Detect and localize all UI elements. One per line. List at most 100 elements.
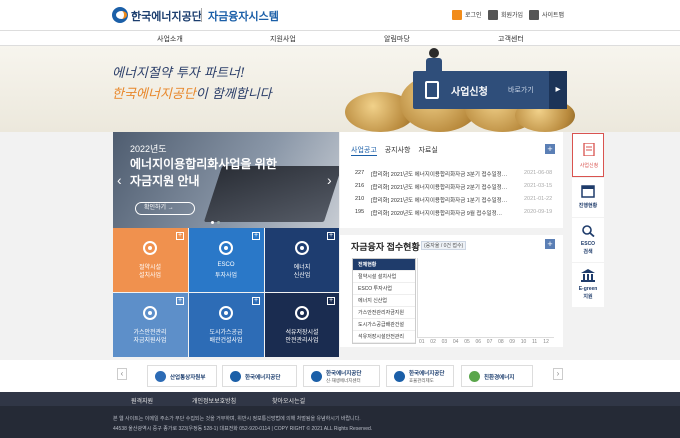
month-tick: 06: [475, 339, 482, 345]
quick-progress[interactable]: 진행현황: [572, 178, 604, 217]
footer-link-directions[interactable]: 찾아오시는길: [272, 396, 305, 405]
energy-agency-logo[interactable]: [112, 7, 128, 23]
notice-title: [합리화] 2020년도 에너지이용합리화자금 9월 접수일정…: [371, 211, 503, 217]
notice-date: 2020-09-19: [524, 209, 553, 215]
tile-label-line2: 안전관리사업: [285, 338, 319, 344]
header: 한국에너지공단 자금융자시스템 로그인 회원가입 사이트맵: [0, 0, 680, 30]
month-tick: 03: [441, 339, 448, 345]
month-tick: 09: [509, 339, 515, 345]
nav-notice[interactable]: 알림마당: [384, 34, 410, 44]
month-tick: 04: [452, 339, 459, 345]
partner-logo[interactable]: 친환경에너지: [461, 365, 533, 387]
plus-icon: +: [176, 297, 184, 305]
tab-resources[interactable]: 자료실: [418, 147, 437, 154]
notice-row[interactable]: 210 [합리화] 2021년도 에너지이용합리화자금 1분기 접수일정… 2021…: [355, 196, 560, 206]
partner-emblem-icon: [394, 371, 405, 382]
tab-business-notice[interactable]: 사업공고: [351, 147, 377, 156]
notice-date: 2021-01-22: [524, 196, 553, 202]
business-tile[interactable]: + 가스안전관리 자금지원사업: [113, 293, 188, 357]
join-label: 회원가입: [501, 13, 524, 19]
slider-dot[interactable]: [211, 221, 214, 224]
system-name[interactable]: 자금융자시스템: [208, 8, 279, 24]
loan-status-panel: 자금융자 접수현황 (융자율 / 0건 접수) + 전체현황 절약시설 설치사업 E…: [340, 235, 563, 347]
quick-apply[interactable]: 사업신청: [572, 133, 604, 177]
notice-number: 195: [355, 209, 365, 215]
login-link[interactable]: 로그인: [452, 10, 482, 21]
status-category-item[interactable]: 석유저장시설안전관리: [353, 331, 415, 343]
clipboard-check-icon: [425, 81, 439, 99]
notice-row[interactable]: 227 [합리화] 2021년도 에너지이용합리화자금 3분기 접수일정… 2021…: [355, 170, 560, 180]
apply-title: 사업신청: [451, 87, 488, 98]
status-category-item[interactable]: 절약시설 설치사업: [353, 271, 415, 283]
quick-egreen-label: E-green: [578, 286, 598, 292]
business-tile[interactable]: + 절약시설 설치사업: [113, 228, 188, 292]
partner-name: 산업통상자원부: [170, 375, 206, 381]
notice-row[interactable]: 216 [합리화] 2021년도 에너지이용합리화자금 2분기 접수일정… 2021…: [355, 183, 560, 193]
status-category-item[interactable]: 가스안전관리자금지원: [353, 307, 415, 319]
status-category-item[interactable]: 에너지 신산업: [353, 295, 415, 307]
partner-next-icon[interactable]: ›: [553, 368, 563, 380]
slider-next-icon[interactable]: ›: [327, 172, 332, 188]
business-tile[interactable]: + 석유저장시설 안전관리사업: [265, 293, 339, 357]
month-tick: 01: [419, 339, 425, 345]
business-tile[interactable]: + 에너지 신산업: [265, 228, 339, 292]
main-nav: 사업소개 지원사업 알림마당 고객센터: [0, 30, 680, 46]
business-tile[interactable]: + 도시가스공급 배관건설사업: [189, 293, 264, 357]
slider-title-line2: 자금지원 안내: [130, 174, 200, 188]
partner-subname: 신·재생에너지센터: [326, 378, 361, 383]
partner-name: 한국에너지공단: [245, 375, 281, 381]
footer-link-privacy[interactable]: 개인정보보호방침: [192, 396, 236, 405]
status-category-list: 전체현황 절약시설 설치사업 ESCO 투자사업 에너지 신산업 가스안전관리자금지원 도…: [352, 258, 416, 344]
month-tick: 05: [464, 339, 470, 345]
quick-apply-label: 사업신청: [579, 163, 599, 169]
org-name[interactable]: 한국에너지공단: [131, 8, 202, 24]
partner-logo[interactable]: 한국에너지공단 신·재생에너지센터: [303, 365, 380, 387]
partner-emblem-icon: [230, 371, 241, 382]
hero-banner: 에너지절약 투자 파트너! 한국에너지공단이 함께합니다: [0, 46, 680, 132]
tab-announcements[interactable]: 공지사항: [385, 147, 411, 154]
plus-icon: +: [252, 232, 260, 240]
quick-egreen[interactable]: E-green 지원: [572, 263, 604, 307]
tile-label-line2: 투자사업: [214, 273, 238, 279]
business-tile[interactable]: + ESCO 투자사업: [189, 228, 264, 292]
quick-progress-label: 진행현황: [578, 203, 598, 209]
nav-customer-center[interactable]: 고객센터: [498, 34, 524, 44]
slogan-line1: 에너지절약 투자 파트너!: [112, 66, 246, 81]
calendar-icon: [581, 185, 595, 198]
notice-more-icon[interactable]: +: [545, 144, 555, 154]
partner-emblem-icon: [469, 371, 480, 382]
month-axis: 01 02 03 04 05 06 07 08 09 10 11 12: [417, 339, 557, 347]
slider-prev-icon[interactable]: ‹: [117, 172, 122, 188]
slider-title-line1: 에너지이용합리화사업을 위한: [130, 157, 277, 171]
join-link[interactable]: 회원가입: [488, 10, 524, 21]
status-category-item[interactable]: ESCO 투자사업: [353, 283, 415, 295]
status-category-item[interactable]: 전체현황: [353, 259, 415, 271]
notice-number: 227: [355, 170, 365, 176]
status-category-item[interactable]: 도시가스공급배관건설: [353, 319, 415, 331]
sun-icon: [295, 241, 309, 255]
sitemap-link[interactable]: 사이트맵: [529, 10, 564, 21]
slider-more-label: 확인하기: [144, 205, 167, 211]
month-tick: 02: [430, 339, 436, 345]
quick-esco-label: ESCO: [580, 241, 596, 247]
partner-logo[interactable]: 한국에너지공단: [222, 365, 297, 387]
quick-egreen-label2: 지원: [583, 294, 593, 300]
status-more-icon[interactable]: +: [545, 239, 555, 249]
nav-support[interactable]: 지원사업: [270, 34, 296, 44]
quick-esco-label2: 검색: [583, 249, 593, 255]
notice-row[interactable]: 195 [합리화] 2020년도 에너지이용합리화자금 9월 접수일정… 2020-…: [355, 209, 560, 219]
tile-label-line2: 자금지원사업: [133, 338, 167, 344]
partner-logo[interactable]: 한국에너지공단 효율관리제도: [386, 365, 454, 387]
sitemap-icon: [529, 10, 539, 21]
slider-dot[interactable]: [217, 221, 220, 224]
apply-business-button[interactable]: 사업신청 바로가기 ▸: [413, 71, 567, 109]
partner-emblem-icon: [311, 371, 322, 382]
month-tick: 08: [498, 339, 504, 345]
partner-prev-icon[interactable]: ‹: [117, 368, 127, 380]
slider-more-button[interactable]: 확인하기 →: [135, 202, 195, 215]
quick-esco-search[interactable]: ESCO 검색: [572, 218, 604, 262]
partner-logo[interactable]: 산업통상자원부: [147, 365, 217, 387]
footer-link-remote[interactable]: 원격지원: [131, 396, 153, 405]
chevron-right-icon: ▸: [549, 71, 567, 109]
nav-business-intro[interactable]: 사업소개: [157, 34, 183, 44]
